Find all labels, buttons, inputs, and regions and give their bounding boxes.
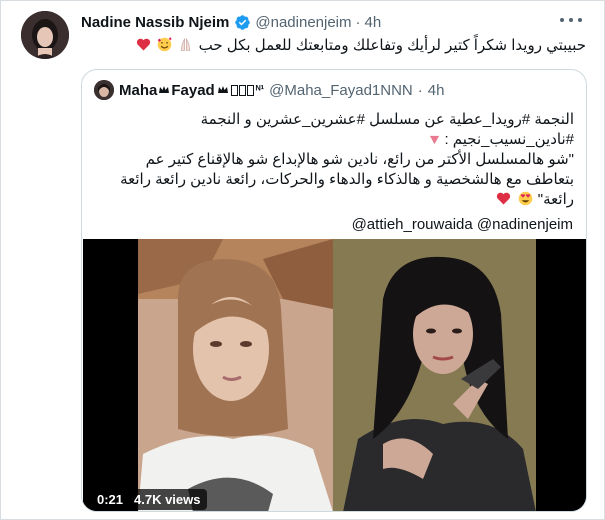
quoted-text-line: بتعاطف مع هالشخصية و هالذكاء والدهاء وال… (120, 171, 574, 188)
video-player[interactable]: 0:21 4.7K views (83, 239, 586, 511)
tweet-card[interactable]: Nadine Nassib Njeim @nadinenjeim · 4h حب… (0, 0, 605, 520)
heart-emoji (497, 192, 511, 205)
video-views: 4.7K views (128, 489, 207, 510)
author-handle[interactable]: @nadinenjeim (255, 14, 351, 31)
crown-icon (159, 86, 170, 93)
heart-eyes-emoji (518, 191, 532, 206)
quoted-tweet-header: Maha Fayad ᴺ¹ @Maha_Fayad1NNN · 4h (94, 80, 444, 100)
quoted-author-name[interactable]: Maha (119, 82, 157, 99)
smiling-face-hearts-emoji (157, 37, 172, 52)
quoted-text-line: "شو هالمسلسل الأكتر من رائع، نادين شو ها… (145, 151, 574, 168)
quoted-text-line: النجمة #رويدا_عطية عن مسلسل #عشرين_عشرين… (200, 111, 574, 128)
pink-triangle-emoji (430, 135, 440, 145)
quoted-author-avatar[interactable] (94, 80, 114, 100)
video-thumbnail (83, 239, 586, 511)
author-avatar[interactable] (21, 11, 69, 59)
crown-icon (217, 86, 228, 93)
quoted-text-line: #نادين_نسيب_نجيم : (94, 130, 574, 150)
quoted-time[interactable]: 4h (428, 82, 445, 99)
quoted-mentions[interactable]: @attieh_rouwaida @nadinenjeim (352, 216, 573, 233)
heart-emoji (136, 38, 151, 51)
quoted-author-name-tail: ᴺ¹ (255, 84, 265, 96)
folded-hands-emoji (181, 38, 191, 51)
tweet-time[interactable]: 4h (365, 14, 382, 31)
quoted-tweet[interactable]: Maha Fayad ᴺ¹ @Maha_Fayad1NNN · 4h النجم… (81, 69, 587, 512)
author-name[interactable]: Nadine Nassib Njeim (81, 14, 229, 31)
more-options-icon[interactable] (560, 13, 582, 27)
separator: · (355, 13, 361, 31)
tweet-text: حبيبتي رويدا شكراً كتير لرأيك وتفاعلك وم… (81, 36, 586, 56)
verified-badge-icon (235, 14, 251, 30)
quoted-name-glyph-boxes (230, 84, 254, 96)
quoted-author-handle[interactable]: @Maha_Fayad1NNN (269, 82, 413, 99)
quoted-tweet-text: النجمة #رويدا_عطية عن مسلسل #عشرين_عشرين… (94, 110, 574, 210)
quoted-text-line: رائعة" (94, 190, 574, 210)
tweet-text-body: حبيبتي رويدا شكراً كتير لرأيك وتفاعلك وم… (198, 37, 586, 54)
quoted-author-name-suffix[interactable]: Fayad (171, 82, 214, 99)
tweet-header: Nadine Nassib Njeim @nadinenjeim · 4h (81, 12, 381, 32)
video-duration: 0:21 (91, 489, 130, 510)
quoted-separator: · (417, 81, 423, 99)
